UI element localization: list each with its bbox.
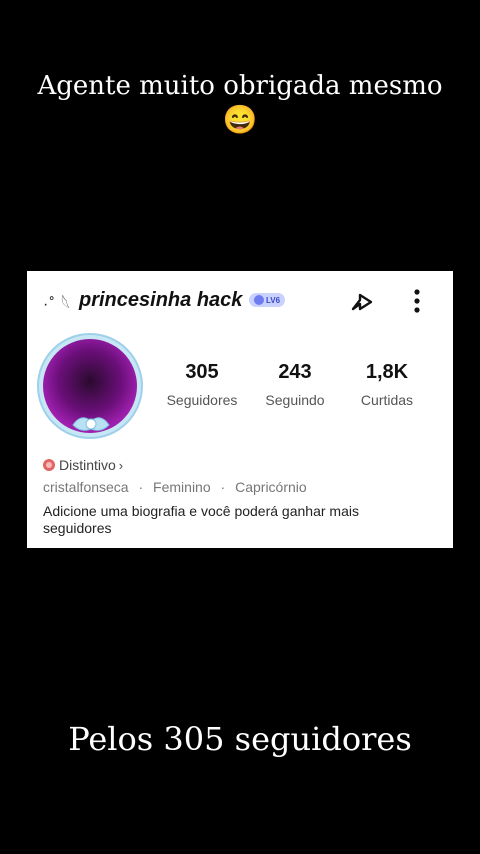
meta-zodiac: Capricórnio xyxy=(235,479,307,495)
chevron-right-icon: › xyxy=(118,457,124,473)
following-count: 243 xyxy=(278,361,312,383)
more-vertical-icon[interactable] xyxy=(405,287,429,317)
followers-label: Seguidores xyxy=(166,392,238,408)
top-caption-text: Agente muito obrigada mesmo xyxy=(37,71,443,101)
bottom-caption: Pelos 305 seguidores xyxy=(68,720,412,758)
stat-likes[interactable]: 1,8K Curtidas xyxy=(342,361,432,408)
meta-gender: Feminino xyxy=(153,479,211,495)
level-badge-text: LV6 xyxy=(265,295,281,305)
profile-card: ·˚ 𓆩 princesinha hack LV6 305 Seguidores… xyxy=(27,271,453,548)
following-label: Seguindo xyxy=(265,392,325,408)
badge-icon xyxy=(43,459,55,471)
meta-separator: · xyxy=(220,479,226,495)
stat-following[interactable]: 243 Seguindo xyxy=(250,361,340,408)
profile-header: ·˚ 𓆩 princesinha hack LV6 xyxy=(27,271,453,331)
meta-handle: cristalfonseca xyxy=(43,479,129,495)
grinning-emoji: 😄 xyxy=(222,103,258,136)
likes-label: Curtidas xyxy=(360,392,414,408)
badge-label: Distintivo xyxy=(59,457,116,473)
stat-followers[interactable]: 305 Seguidores xyxy=(157,361,247,408)
avatar-frame-ornament-icon xyxy=(72,417,110,431)
badge-link[interactable]: Distintivo › xyxy=(43,457,123,473)
likes-count: 1,8K xyxy=(365,361,409,383)
username: princesinha hack xyxy=(79,289,243,311)
username-decoration: ·˚ 𓆩 xyxy=(43,296,72,313)
share-icon[interactable] xyxy=(347,287,377,317)
meta-separator: · xyxy=(138,479,144,495)
level-badge[interactable]: LV6 xyxy=(249,293,285,307)
profile-meta: cristalfonseca · Feminino · Capricórnio xyxy=(43,479,307,495)
followers-count: 305 xyxy=(185,361,219,383)
level-badge-icon xyxy=(253,295,264,305)
top-caption: Agente muito obrigada mesmo 😄 xyxy=(0,70,480,137)
bio-prompt[interactable]: Adicione uma biografia e você poderá gan… xyxy=(43,503,403,537)
